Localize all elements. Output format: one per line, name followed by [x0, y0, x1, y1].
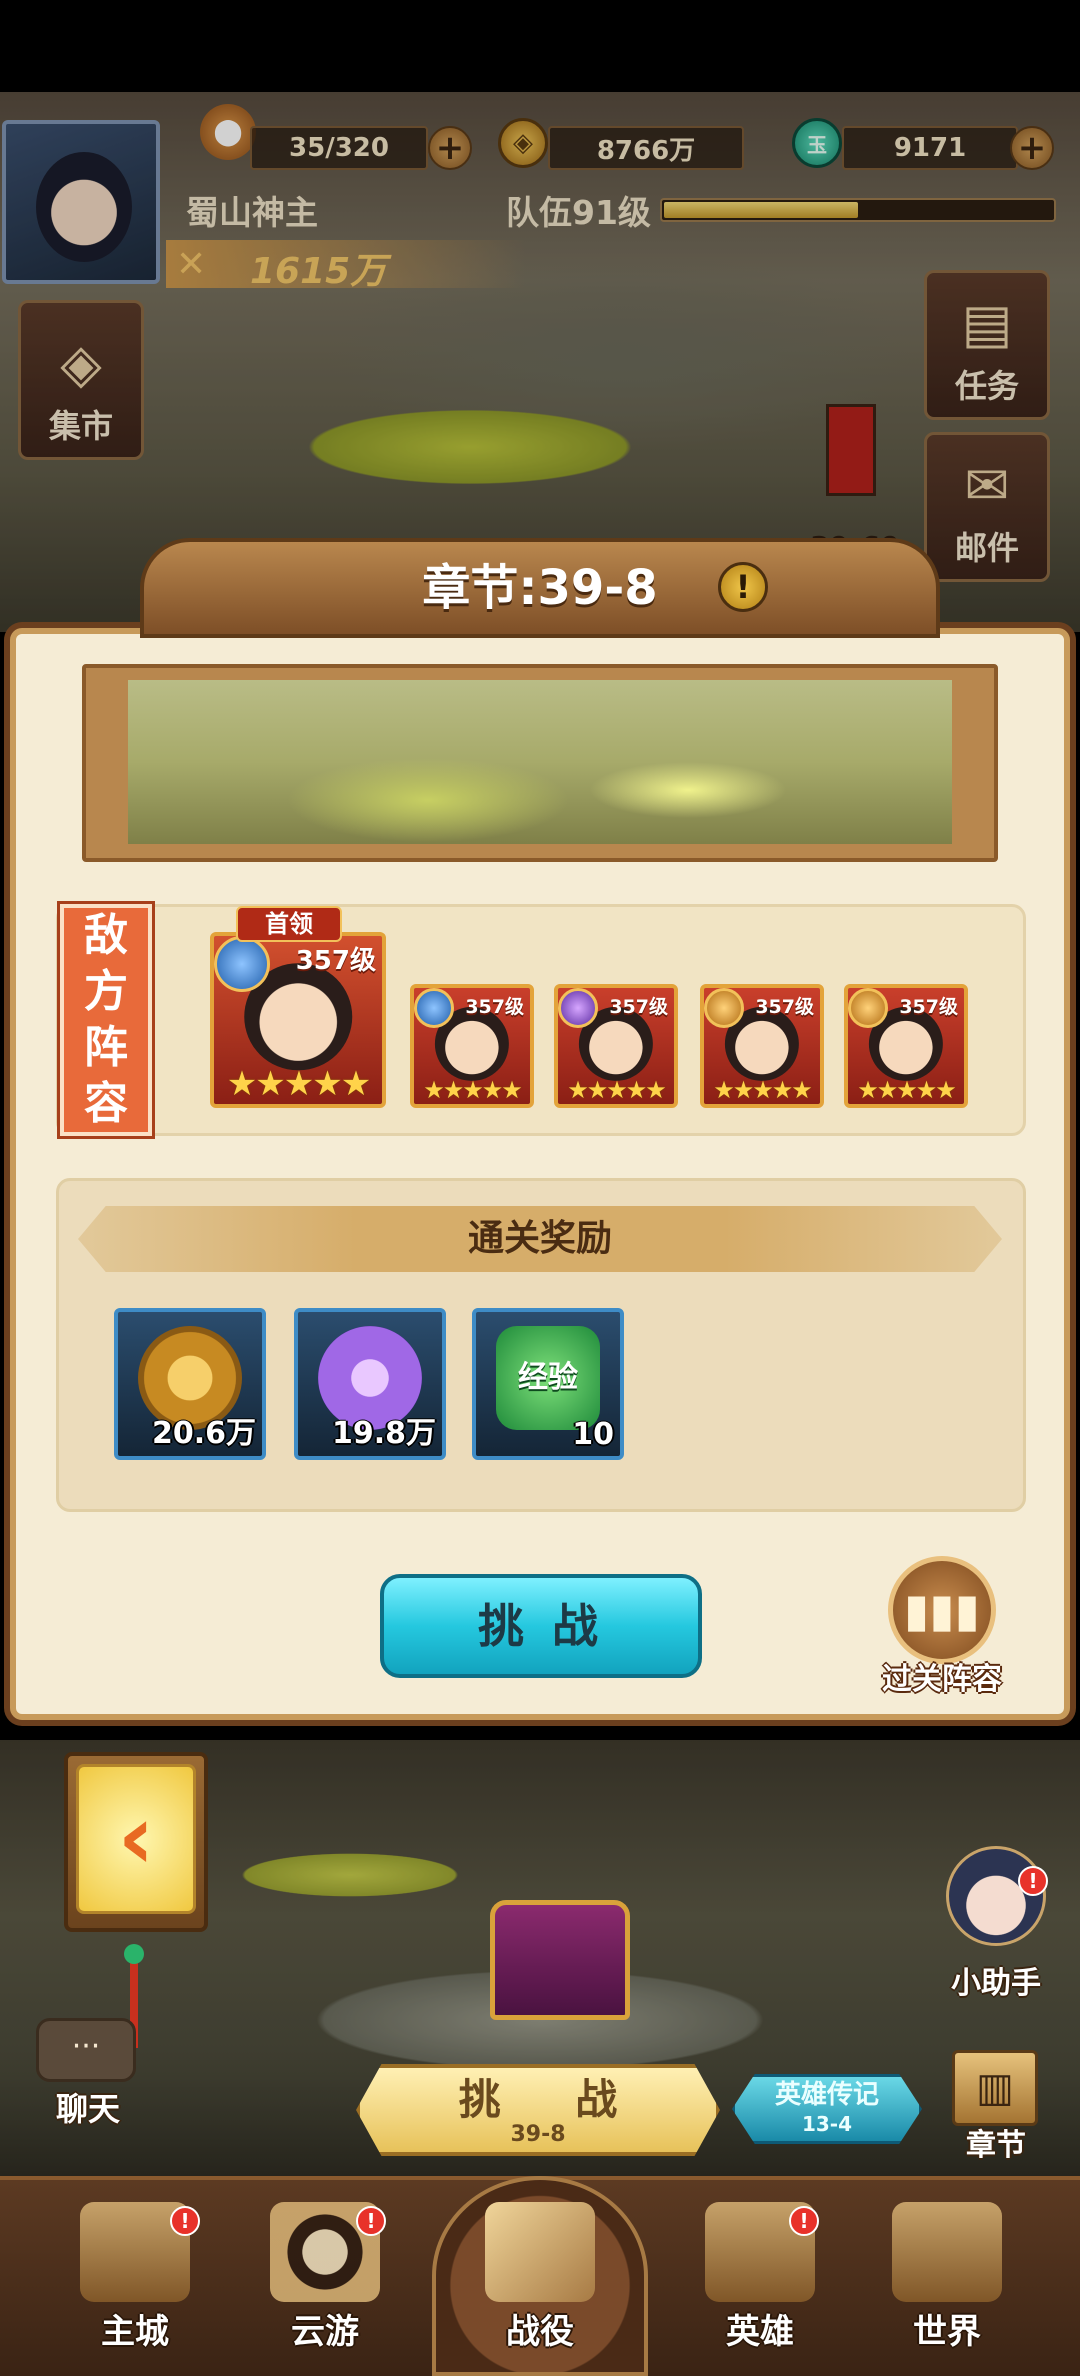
reward-orb[interactable]: 19.8万: [294, 1308, 446, 1460]
hero-legend-stage: 13-4: [801, 2112, 853, 2136]
lantern-bead: [124, 1944, 144, 1964]
chat-label[interactable]: 聊天: [24, 2084, 152, 2130]
enemy-lineup-char: 方: [84, 966, 128, 1017]
reward-count: 10: [572, 1417, 614, 1452]
enemy-lineup-char: 敌: [84, 910, 128, 961]
modal-title: 章节:39-8: [422, 560, 658, 616]
nav-label: 战役: [506, 2312, 574, 2352]
element-badge-icon: [558, 988, 598, 1028]
hero-level: 357级: [755, 996, 814, 1018]
assistant-label[interactable]: 小助手: [930, 1958, 1062, 2002]
nav-alert-badge: !: [356, 2206, 386, 2236]
mountain-icon: [892, 2202, 1002, 2302]
chapter-label[interactable]: 章节: [940, 2120, 1052, 2164]
hero-stars: ★★★★★: [857, 1076, 957, 1104]
crossed-swords-icon: [485, 2202, 595, 2302]
nav-label: 主城: [101, 2312, 169, 2352]
hero-legend-label: 英雄传记: [774, 2080, 879, 2110]
info-icon[interactable]: !: [718, 562, 768, 612]
scene-challenge-stage: 39-8: [510, 2122, 566, 2147]
assistant-avatar[interactable]: [946, 1846, 1046, 1946]
chat-bubble-icon[interactable]: ···: [36, 2018, 136, 2082]
boss-tag: 首领: [236, 906, 342, 942]
enemy-hero-card[interactable]: 357级 ★★★★★: [410, 984, 534, 1108]
enemy-lineup-label: 敌 方 阵 容: [60, 904, 152, 1136]
reward-exp[interactable]: 经验 10: [472, 1308, 624, 1460]
element-badge-icon: [414, 988, 454, 1028]
nav-label: 世界: [913, 2312, 981, 2352]
enemy-lineup-char: 阵: [84, 1022, 128, 1073]
challenge-button[interactable]: 挑 战: [380, 1574, 702, 1678]
element-badge-icon: [704, 988, 744, 1028]
nav-travel[interactable]: ! 云游: [230, 2186, 420, 2376]
back-button[interactable]: ‹: [76, 1764, 196, 1914]
nav-campaign[interactable]: 战役: [445, 2186, 635, 2376]
hero-level: 357级: [609, 996, 668, 1018]
stage-banner-image: [128, 680, 952, 844]
enemy-hero-card[interactable]: 357级 ★★★★★: [844, 984, 968, 1108]
bar-chart-icon: ▮▮▮: [888, 1556, 996, 1664]
hero-level: 357级: [899, 996, 958, 1018]
nav-main-city[interactable]: ! 主城: [40, 2186, 230, 2376]
reward-count: 19.8万: [331, 1416, 436, 1451]
hero-level: 357级: [295, 946, 376, 976]
scroll-icon[interactable]: ▥: [952, 2050, 1038, 2126]
assistant-alert-badge: !: [1018, 1866, 1048, 1896]
hero-level: 357级: [465, 996, 524, 1018]
enemy-hero-card[interactable]: 357级 ★★★★★: [700, 984, 824, 1108]
hero-stars: ★★★★★: [567, 1076, 667, 1104]
hero-stars: ★★★★★: [226, 1064, 371, 1104]
element-badge-icon: [848, 988, 888, 1028]
reward-coins[interactable]: 20.6万: [114, 1308, 266, 1460]
enemy-lineup-char: 容: [84, 1078, 128, 1129]
hero-stars: ★★★★★: [423, 1076, 523, 1104]
exp-icon: 经验: [496, 1326, 600, 1431]
treasure-chest-icon[interactable]: [490, 1900, 630, 2020]
clear-lineup-label: 过关阵容: [882, 1662, 1002, 1697]
enemy-hero-card[interactable]: 357级 ★★★★★: [554, 984, 678, 1108]
nav-label: 云游: [291, 2312, 359, 2352]
enemy-hero-card[interactable]: 357级 ★★★★★: [210, 932, 386, 1108]
nav-alert-badge: !: [170, 2206, 200, 2236]
nav-label: 英雄: [726, 2312, 794, 2352]
nav-world[interactable]: 世界: [852, 2186, 1042, 2376]
nav-heroes[interactable]: ! 英雄: [665, 2186, 855, 2376]
reward-count: 20.6万: [151, 1416, 256, 1451]
scene-challenge-label: 挑 战: [458, 2075, 648, 2124]
rewards-title: 通关奖励: [467, 1218, 612, 1259]
hero-stars: ★★★★★: [713, 1076, 813, 1104]
nav-alert-badge: !: [789, 2206, 819, 2236]
element-badge-icon: [214, 936, 270, 992]
